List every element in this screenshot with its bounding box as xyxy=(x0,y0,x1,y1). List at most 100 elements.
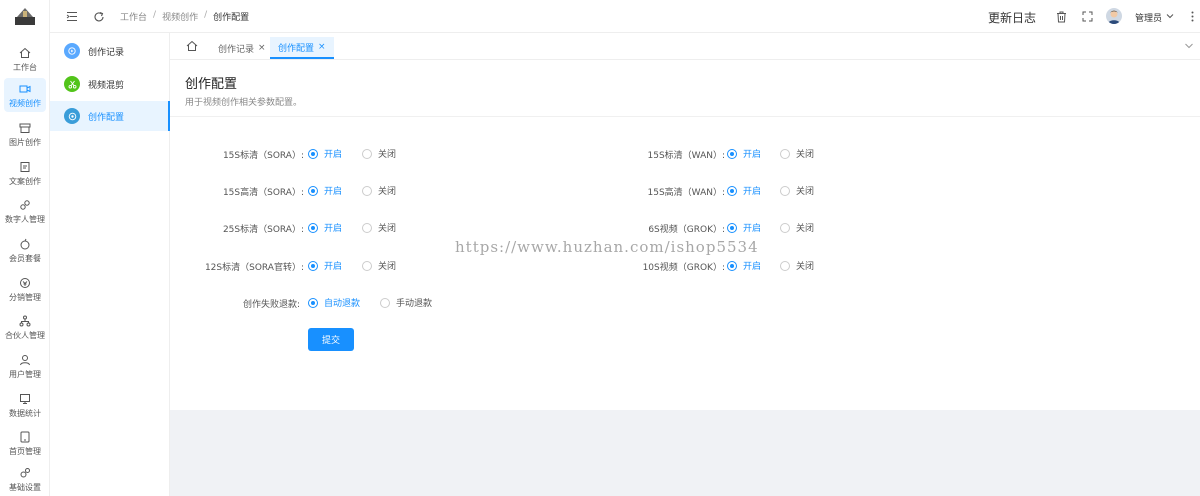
avatar[interactable] xyxy=(1106,8,1122,24)
tab-strip: 创作记录 × 创作配置 × xyxy=(170,33,1200,60)
rail-item-partners[interactable]: 合伙人管理 xyxy=(4,310,46,344)
top-bar: 工作台 / 视频创作 / 创作配置 更新日志 管理员 xyxy=(50,0,1200,33)
sub-navigation: 创作记录 视频混剪 创作配置 xyxy=(50,33,170,496)
radio-auto-refund[interactable]: 自动退款 xyxy=(308,296,360,309)
breadcrumb-item[interactable]: 工作台 xyxy=(120,10,147,23)
radio-label: 关闭 xyxy=(796,262,815,272)
tab-creation-records[interactable]: 创作记录 × xyxy=(210,37,274,59)
chevron-down-icon[interactable] xyxy=(1184,41,1194,51)
radio-circle xyxy=(727,222,737,233)
radio-circle xyxy=(308,148,318,159)
rail-item-settings[interactable]: 基础设置 xyxy=(4,462,46,496)
user-icon xyxy=(18,353,32,367)
rail-item-label: 数据统计 xyxy=(9,408,41,418)
breadcrumb-separator: / xyxy=(204,10,208,20)
radio-label: 开启 xyxy=(324,150,343,160)
more-vertical-icon[interactable] xyxy=(1188,10,1196,23)
app-logo[interactable] xyxy=(15,7,35,25)
page-title: 创作配置 xyxy=(185,77,238,92)
radio-manual-refund[interactable]: 手动退款 xyxy=(380,296,432,309)
home-icon xyxy=(18,46,32,60)
changelog-link[interactable]: 更新日志 xyxy=(988,9,1036,26)
radio-circle xyxy=(727,148,737,159)
close-icon[interactable]: × xyxy=(318,42,326,52)
rail-item-membership[interactable]: 会员套餐 xyxy=(4,233,46,267)
radio-on[interactable]: 开启 xyxy=(308,184,342,197)
rail-item-workbench[interactable]: 工作台 xyxy=(4,42,46,76)
radio-on[interactable]: 开启 xyxy=(308,147,342,160)
rail-item-label: 用户管理 xyxy=(9,369,41,379)
subnav-item-label: 视频混剪 xyxy=(88,80,125,91)
radio-label: 关闭 xyxy=(796,187,815,197)
rail-item-distribution[interactable]: 分销管理 xyxy=(4,272,46,306)
rail-item-label: 合伙人管理 xyxy=(5,330,45,340)
menu-fold-icon[interactable] xyxy=(65,10,78,23)
refund-label: 创作失败退款: xyxy=(242,300,300,310)
rail-item-digital-human[interactable]: 数字人管理 xyxy=(4,194,46,228)
subnav-item-creation-config[interactable]: 创作配置 xyxy=(50,101,170,131)
radio-circle xyxy=(780,185,790,196)
radio-off[interactable]: 关闭 xyxy=(780,184,814,197)
radio-on[interactable]: 开启 xyxy=(727,259,761,272)
radio-circle xyxy=(380,297,390,308)
radio-on[interactable]: 开启 xyxy=(727,184,761,197)
radio-label: 开启 xyxy=(324,262,343,272)
rail-item-statistics[interactable]: 数据统计 xyxy=(4,388,46,422)
refresh-icon[interactable] xyxy=(92,10,105,23)
subnav-item-label: 创作配置 xyxy=(88,112,125,123)
setting-label: 25S标清（SORA）: xyxy=(222,225,304,235)
radio-on[interactable]: 开启 xyxy=(308,221,342,234)
rail-item-label: 会员套餐 xyxy=(9,253,41,263)
digital-human-icon xyxy=(18,198,32,212)
radio-off[interactable]: 关闭 xyxy=(780,221,814,234)
config-icon xyxy=(64,108,80,124)
radio-circle xyxy=(727,185,737,196)
radio-on[interactable]: 开启 xyxy=(308,259,342,272)
close-icon[interactable]: × xyxy=(258,43,266,53)
play-icon xyxy=(64,43,80,59)
home-tab-icon[interactable] xyxy=(186,40,198,52)
radio-circle xyxy=(362,148,372,159)
tab-label: 创作记录 xyxy=(218,44,255,55)
radio-off[interactable]: 关闭 xyxy=(362,259,396,272)
rail-item-label: 图片创作 xyxy=(9,137,41,147)
breadcrumb-item[interactable]: 视频创作 xyxy=(162,10,198,23)
radio-circle xyxy=(308,297,318,308)
radio-on[interactable]: 开启 xyxy=(727,221,761,234)
radio-label: 开启 xyxy=(324,187,343,197)
rail-item-users[interactable]: 用户管理 xyxy=(4,349,46,383)
trash-icon[interactable] xyxy=(1055,10,1068,23)
subnav-item-creation-records[interactable]: 创作记录 xyxy=(50,36,170,66)
chevron-down-icon[interactable] xyxy=(1165,11,1174,20)
subnav-item-video-mix[interactable]: 视频混剪 xyxy=(50,69,170,99)
radio-off[interactable]: 关闭 xyxy=(362,221,396,234)
rail-item-video[interactable]: 视频创作 xyxy=(4,78,46,112)
rail-item-homepage[interactable]: 首页管理 xyxy=(4,426,46,460)
radio-circle xyxy=(308,222,318,233)
page-subtitle: 用于视频创作相关参数配置。 xyxy=(185,98,303,108)
radio-label: 手动退款 xyxy=(396,299,433,309)
rail-item-copywriting[interactable]: 文案创作 xyxy=(4,156,46,190)
setting-label: 12S标清（SORA官转）: xyxy=(204,263,304,273)
radio-off[interactable]: 关闭 xyxy=(780,259,814,272)
submit-button[interactable]: 提交 xyxy=(308,328,354,351)
settings-icon xyxy=(18,466,32,480)
fullscreen-icon[interactable] xyxy=(1081,10,1094,23)
radio-label: 开启 xyxy=(743,262,762,272)
radio-on[interactable]: 开启 xyxy=(727,147,761,160)
rail-item-image[interactable]: 图片创作 xyxy=(4,117,46,151)
setting-label: 10S视频（GROK）: xyxy=(642,263,725,273)
subnav-item-label: 创作记录 xyxy=(88,47,125,58)
radio-circle xyxy=(780,260,790,271)
rail-item-label: 视频创作 xyxy=(9,98,41,108)
radio-circle xyxy=(780,222,790,233)
edit-doc-icon xyxy=(18,160,32,174)
radio-label: 开启 xyxy=(743,187,762,197)
radio-label: 开启 xyxy=(743,150,762,160)
admin-user-name[interactable]: 管理员 xyxy=(1135,11,1162,24)
radio-off[interactable]: 关闭 xyxy=(362,147,396,160)
radio-label: 关闭 xyxy=(378,262,397,272)
radio-off[interactable]: 关闭 xyxy=(362,184,396,197)
tab-creation-config[interactable]: 创作配置 × xyxy=(270,37,334,59)
radio-off[interactable]: 关闭 xyxy=(780,147,814,160)
